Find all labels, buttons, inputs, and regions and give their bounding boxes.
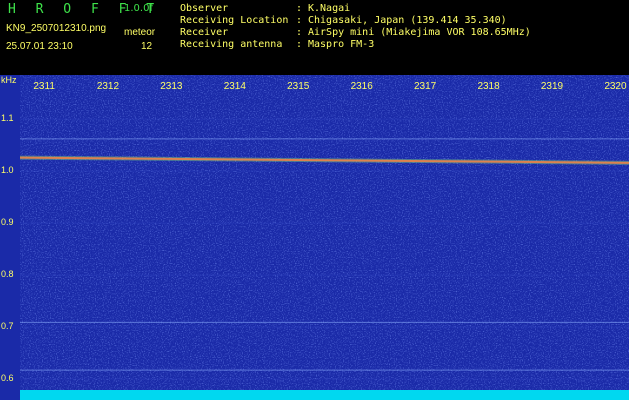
y-tick-label: 0.8 <box>1 269 14 280</box>
y-tick-label: 0.7 <box>1 321 14 332</box>
y-axis-unit: kHz <box>1 75 17 85</box>
location-separator: : <box>296 15 303 26</box>
observer-separator: : <box>296 3 303 14</box>
receiver-value: AirSpy mini (Miakejima VOR 108.65MHz) <box>308 27 531 38</box>
x-tick-label: 2319 <box>540 81 564 92</box>
x-tick-label: 2312 <box>96 81 120 92</box>
x-tick-label: 2316 <box>350 81 373 92</box>
observer-label: Observer <box>180 3 229 14</box>
y-tick-label: 0.9 <box>1 217 14 228</box>
x-tick-label: 2314 <box>223 81 246 92</box>
x-tick-label: 2313 <box>160 81 183 92</box>
antenna-value: Maspro FM-3 <box>308 39 375 50</box>
version-label: 1.0.0f <box>124 3 153 14</box>
header-panel: H R O F F T 1.0.0f KN9_2507012310.png 25… <box>0 0 629 75</box>
x-tick-label: 2315 <box>287 81 310 92</box>
receiver-label: Receiver <box>180 27 229 38</box>
observer-value: K.Nagai <box>308 3 351 14</box>
location-value: Chigasaki, Japan (139.414 35.340) <box>308 15 507 26</box>
x-tick-label: 2317 <box>414 81 437 92</box>
y-tick-label: 1.0 <box>1 165 14 176</box>
y-tick-label: 0.6 <box>1 373 14 383</box>
location-label: Receiving Location <box>180 15 289 26</box>
datetime-label: 25.07.01 23:10 <box>6 41 73 52</box>
antenna-separator: : <box>296 39 303 50</box>
x-tick-label: 2320 <box>604 81 627 92</box>
baseline-bar <box>20 390 629 400</box>
spectrogram-plot <box>0 75 629 400</box>
antenna-label: Receiving antenna <box>180 39 283 50</box>
noise-texture <box>20 75 629 392</box>
x-tick-label: 2311 <box>33 81 55 92</box>
x-tick-label: 2318 <box>477 81 500 92</box>
y-tick-label: 1.1 <box>1 113 14 124</box>
count-label: 12 <box>141 41 153 52</box>
receiver-separator: : <box>296 27 303 38</box>
mode-label: meteor <box>124 27 156 38</box>
filename-label: KN9_2507012310.png <box>6 23 107 34</box>
